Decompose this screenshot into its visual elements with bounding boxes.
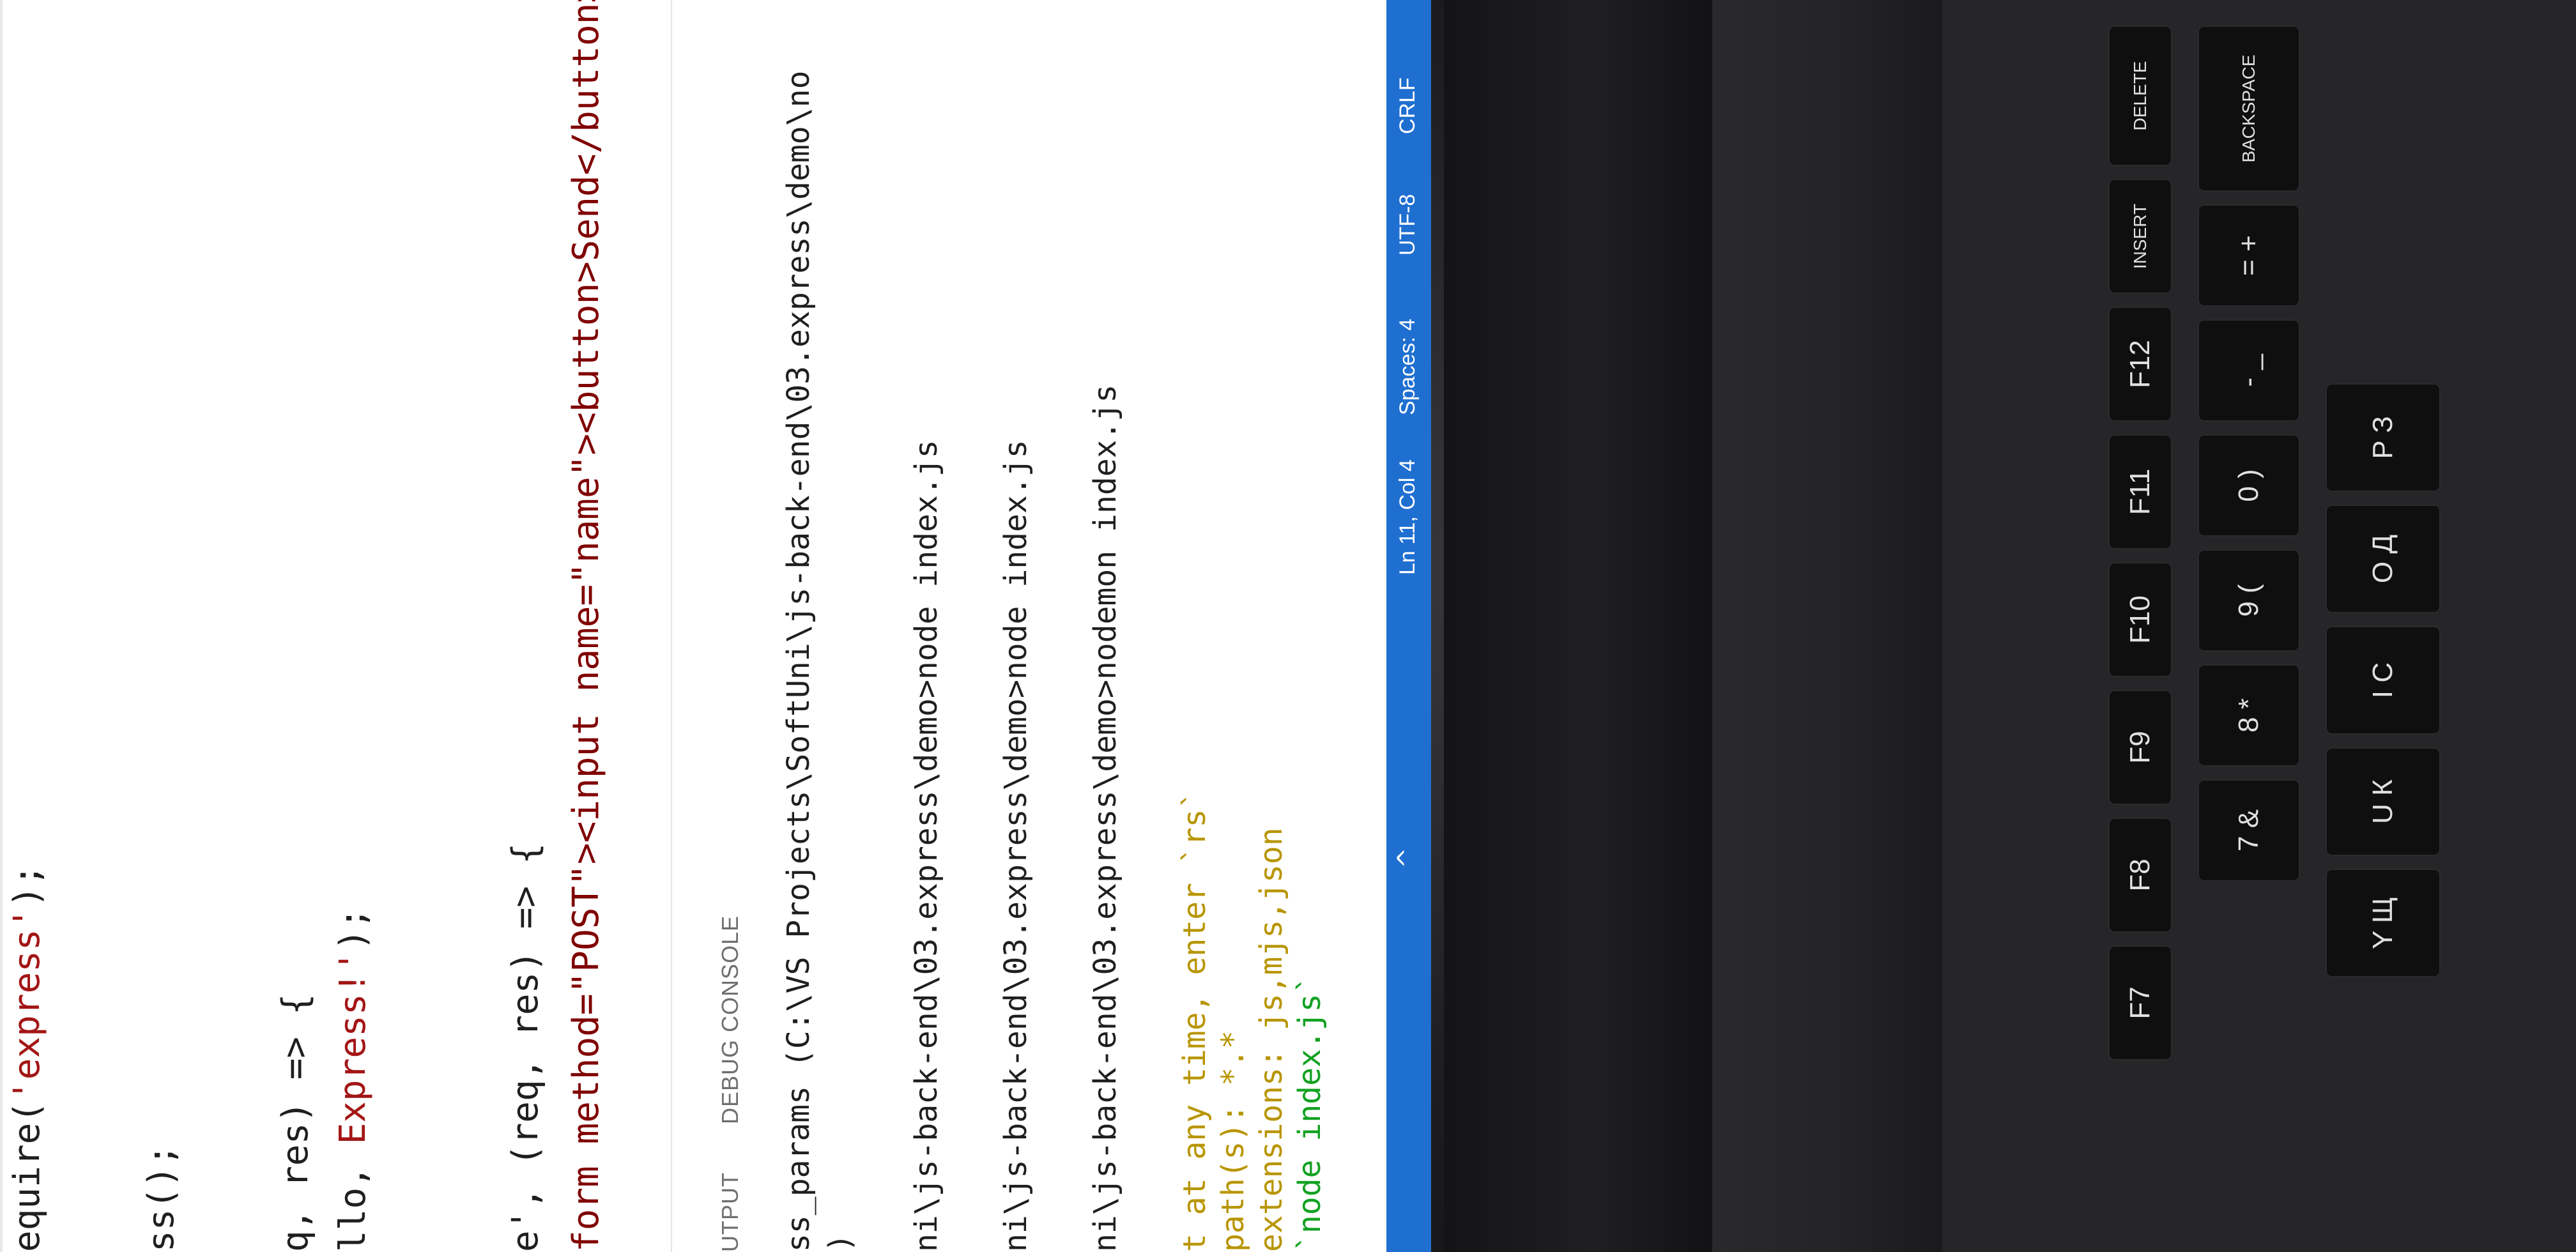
terminal-line: ss_params (C:\VS Projects\SoftUni\js-bac… [781, 70, 816, 1252]
key-u: U К [2326, 747, 2441, 856]
monitor-screen: equire('express'); ss(); q, res) => { ll… [0, 0, 1431, 1252]
key-i: I С [2326, 626, 2441, 735]
key-f8: F8 [2108, 818, 2172, 933]
code-line-4: llo, Express!'); [332, 907, 374, 1252]
bottom-panel: UTPUT DEBUG CONSOLE ss_params (C:\VS Pro… [671, 0, 1388, 1252]
key-p: P З [2326, 383, 2441, 492]
terminal-line: path(s): *.* [1215, 1030, 1251, 1252]
key-o: O Д [2326, 505, 2441, 613]
key-f11: F11 [2108, 434, 2172, 549]
encoding-setting[interactable]: UTF-8 [1395, 194, 1420, 256]
terminal-line: t at any time, enter `rs` [1177, 790, 1213, 1252]
key-backspace: BACKSPACE [2198, 26, 2300, 192]
key-0: 0 ) [2198, 434, 2300, 537]
terminal-line: extensions: js,mjs,json [1254, 827, 1289, 1252]
terminal-line: ni\js-back-end\03.express\demo>nodemon i… [1087, 384, 1123, 1252]
key-y: Y Щ [2326, 869, 2441, 977]
key-f9: F9 [2108, 690, 2172, 805]
editor-ruler [0, 0, 3, 1252]
code-line-3: q, res) => { [275, 993, 316, 1252]
tab-debug-console[interactable]: DEBUG CONSOLE [717, 915, 744, 1124]
laptop-bezel [1444, 0, 1712, 1252]
tab-output[interactable]: UTPUT [717, 1172, 744, 1252]
key-8: 8 * [2198, 664, 2300, 767]
terminal-line: `node index.js` [1292, 975, 1328, 1252]
status-bar: ^ Ln 11, Col 4 Spaces: 4 UTF-8 CRLF [1386, 0, 1431, 1252]
key-delete: DELETE [2108, 26, 2172, 166]
code-line-5: e', (req, res) => { [505, 843, 546, 1252]
key-9: 9 ( [2198, 549, 2300, 652]
terminal-line: ) [822, 1233, 858, 1252]
key-equals: = + [2198, 204, 2300, 307]
code-editor[interactable]: equire('express'); ss(); q, res) => { ll… [0, 0, 671, 1252]
terminal-line: ni\js-back-end\03.express\demo>node inde… [908, 439, 944, 1252]
chevron-up-icon[interactable]: ^ [1393, 847, 1422, 869]
key-minus: - _ [2198, 319, 2300, 422]
laptop-hinge [1712, 0, 1942, 1252]
key-f10: F10 [2108, 562, 2172, 677]
terminal-line: ni\js-back-end\03.express\demo>node inde… [998, 439, 1034, 1252]
code-line-1: equire('express'); [6, 864, 48, 1252]
cursor-position[interactable]: Ln 11, Col 4 [1395, 459, 1420, 575]
line-ending-setting[interactable]: CRLF [1395, 77, 1420, 134]
key-f7: F7 [2108, 945, 2172, 1060]
key-insert: INSERT [2108, 179, 2172, 294]
indentation-setting[interactable]: Spaces: 4 [1395, 319, 1420, 415]
code-line-2: ss(); [141, 1144, 182, 1252]
key-f12: F12 [2108, 307, 2172, 422]
code-line-6: form method="POST"><input name="name"><b… [565, 0, 607, 1252]
key-7: 7 & [2198, 779, 2300, 882]
